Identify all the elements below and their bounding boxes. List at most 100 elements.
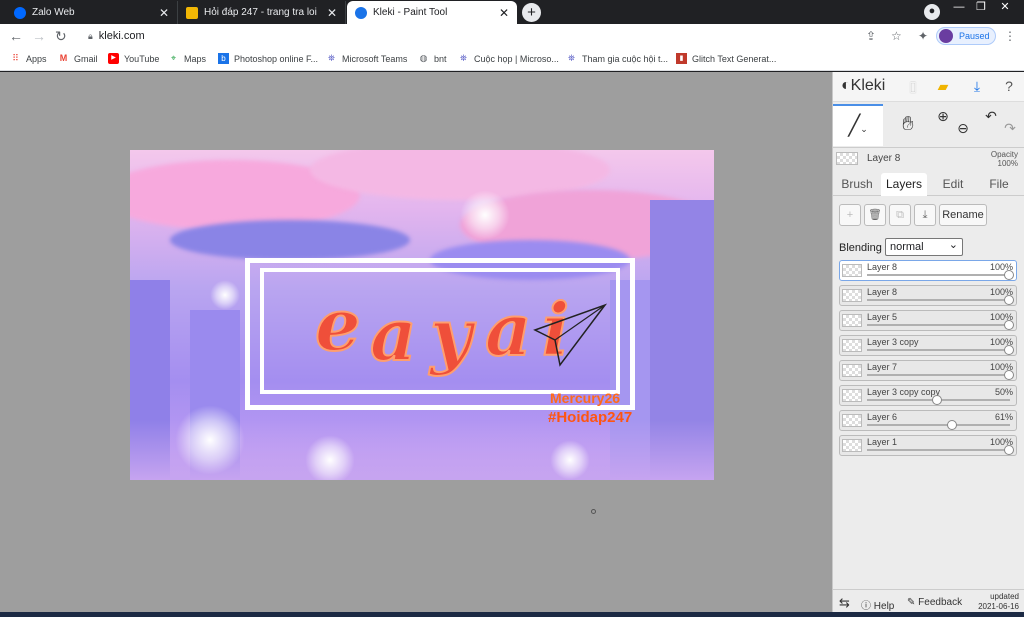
tab-zalo-web[interactable]: Zalo Web ✕ [6, 1, 178, 24]
open-folder-icon[interactable]: ▰ [933, 78, 953, 95]
forward-icon[interactable]: → [32, 28, 46, 44]
layer-row[interactable]: Layer 5 100% [839, 310, 1017, 331]
drawing-canvas[interactable]: e a y a i Mercury26 #Hoidap247 [130, 150, 714, 480]
minimize-button[interactable]: — [950, 0, 968, 14]
duplicate-layer-button[interactable]: ⧉ [889, 204, 911, 226]
os-taskbar [0, 612, 1024, 617]
redo-button[interactable]: ↷ [999, 108, 1021, 150]
swap-side-icon[interactable]: ⇆ [839, 595, 850, 611]
layer-row[interactable]: Layer 3 copy copy 50% [839, 385, 1017, 406]
light-glow [210, 280, 240, 310]
zoom-out-icon: ⊖ [957, 120, 969, 136]
new-file-icon[interactable]: ▯ [903, 78, 923, 95]
help-circle-icon: ⓘ [861, 601, 871, 612]
address-bar[interactable]: 🔒︎ kleki.com [78, 27, 910, 46]
watermark-site: #Hoidap247 [548, 409, 633, 426]
opacity-slider-track[interactable] [867, 324, 1010, 326]
lettering-glyph: y [428, 292, 476, 377]
tab-kleki[interactable]: Kleki - Paint Tool ✕ [347, 1, 517, 24]
bookmark-bnt[interactable]: ◍ bnt [418, 53, 447, 64]
chevron-down-icon: ⌄ [860, 124, 868, 134]
opacity-slider-knob[interactable] [1004, 445, 1014, 455]
help-circle-icon[interactable]: ? [999, 78, 1019, 94]
opacity-slider-track[interactable] [867, 374, 1010, 376]
opacity-slider-track[interactable] [867, 274, 1010, 276]
tab-hoidap247[interactable]: Hỏi đáp 247 - trang tra loi ✕ [178, 1, 346, 24]
close-window-button[interactable]: ✕ [994, 0, 1016, 14]
bookmark-label: YouTube [124, 53, 160, 64]
lettering-glyph: a [485, 287, 532, 372]
layer-opacity: 50% [994, 387, 1013, 397]
new-tab-button[interactable]: + [522, 3, 541, 22]
tab-brush[interactable]: Brush [837, 173, 877, 196]
lettering-artwork: e a y a i [314, 281, 608, 378]
opacity-slider-track[interactable] [867, 299, 1010, 301]
redo-icon: ↷ [1004, 120, 1016, 136]
light-glow [305, 435, 355, 480]
bookmark-cuoc-hop[interactable]: ⛯ Cuộc họp | Microso... [458, 53, 559, 64]
bookmark-teams[interactable]: ⛯ Microsoft Teams [326, 53, 407, 64]
opacity-slider-knob[interactable] [947, 420, 958, 430]
add-layer-button[interactable]: + [839, 204, 861, 226]
layer-row[interactable]: Layer 8 100% [839, 285, 1017, 306]
layer-thumbnail [842, 389, 862, 402]
layer-thumbnail [842, 289, 862, 302]
tab-file[interactable]: File [979, 173, 1019, 196]
blending-select[interactable]: normal [885, 237, 963, 256]
lettering-glyph: a [370, 292, 417, 377]
layer-thumbnail [842, 264, 862, 277]
zoom-out-button[interactable]: ⊖ [951, 108, 975, 150]
layer-row[interactable]: Layer 3 copy 100% [839, 335, 1017, 356]
opacity-slider-knob[interactable] [931, 395, 942, 405]
bookmark-apps[interactable]: ⠿ Apps [10, 53, 47, 64]
opacity-slider-knob[interactable] [1004, 320, 1014, 330]
canvas-workspace[interactable]: e a y a i Mercury26 #Hoidap247 [0, 72, 832, 617]
tab-layers[interactable]: Layers [881, 173, 927, 196]
hand-tool-button[interactable]: ✋︎ [883, 104, 933, 146]
bookmark-label: Apps [26, 53, 47, 64]
help-link[interactable]: ⓘ Help [861, 597, 894, 612]
download-icon[interactable]: ⤓ [967, 78, 987, 95]
undo-button[interactable]: ↶ [981, 96, 1001, 138]
back-icon[interactable]: ← [9, 28, 23, 44]
layer-row[interactable]: Layer 8 100% [839, 260, 1017, 281]
layer-row[interactable]: Layer 7 100% [839, 360, 1017, 381]
zoom-in-icon: ⊕ [937, 108, 949, 124]
share-icon[interactable]: ⇪ [866, 29, 876, 43]
opacity-slider-knob[interactable] [1004, 345, 1014, 355]
bookmark-label: Cuộc họp | Microso... [474, 53, 559, 64]
bookmark-photoshop[interactable]: b Photoshop online F... [218, 53, 318, 64]
maximize-button[interactable]: ❐ [972, 0, 990, 14]
feedback-link[interactable]: ✎ Feedback [907, 597, 962, 608]
opacity-slider-knob[interactable] [1004, 370, 1014, 380]
close-icon[interactable]: ✕ [327, 6, 337, 20]
opacity-slider-track[interactable] [867, 349, 1010, 351]
rename-button[interactable]: Rename [939, 204, 987, 226]
close-icon[interactable]: ✕ [159, 6, 169, 20]
bookmark-youtube[interactable]: ▶ YouTube [108, 53, 159, 64]
reload-icon[interactable]: ↻ [55, 28, 67, 45]
extensions-icon[interactable]: ✦ [918, 29, 928, 43]
layer-thumbnail [842, 439, 862, 452]
opacity-slider-track[interactable] [867, 449, 1010, 451]
opacity-slider-knob[interactable] [1004, 270, 1014, 280]
opacity-slider-track[interactable] [867, 424, 1010, 426]
merge-down-icon: ⤓ [922, 209, 928, 221]
close-icon[interactable]: ✕ [499, 6, 509, 20]
bookmark-tham-gia[interactable]: ⛯ Tham gia cuộc hội t... [566, 53, 668, 64]
merge-down-button[interactable]: ⤓ [914, 204, 936, 226]
kleki-side-panel: ◐Kleki ▯ ▰ ⤓ ? ╱⌄ ✋︎ ⊕ ⊖ ↶ ↷ Layer 8 Opa… [832, 72, 1024, 617]
delete-layer-button[interactable]: 🗑︎ [864, 204, 886, 226]
layer-row[interactable]: Layer 6 61% [839, 410, 1017, 431]
bookmark-maps[interactable]: ⌖ Maps [168, 53, 206, 64]
layer-row[interactable]: Layer 1 100% [839, 435, 1017, 456]
bookmark-star-icon[interactable]: ☆ [891, 29, 902, 43]
profile-button[interactable]: Paused [936, 27, 996, 45]
brush-tool-button[interactable]: ╱⌄ [833, 104, 883, 146]
profile-menu-icon[interactable]: ● [924, 4, 940, 20]
bookmark-glitch[interactable]: ▮ Glitch Text Generat... [676, 53, 776, 64]
tab-edit[interactable]: Edit [933, 173, 973, 196]
opacity-slider-knob[interactable] [1004, 295, 1014, 305]
bookmark-gmail[interactable]: M Gmail [58, 53, 98, 64]
more-menu-icon[interactable]: ⋮ [1004, 29, 1016, 43]
